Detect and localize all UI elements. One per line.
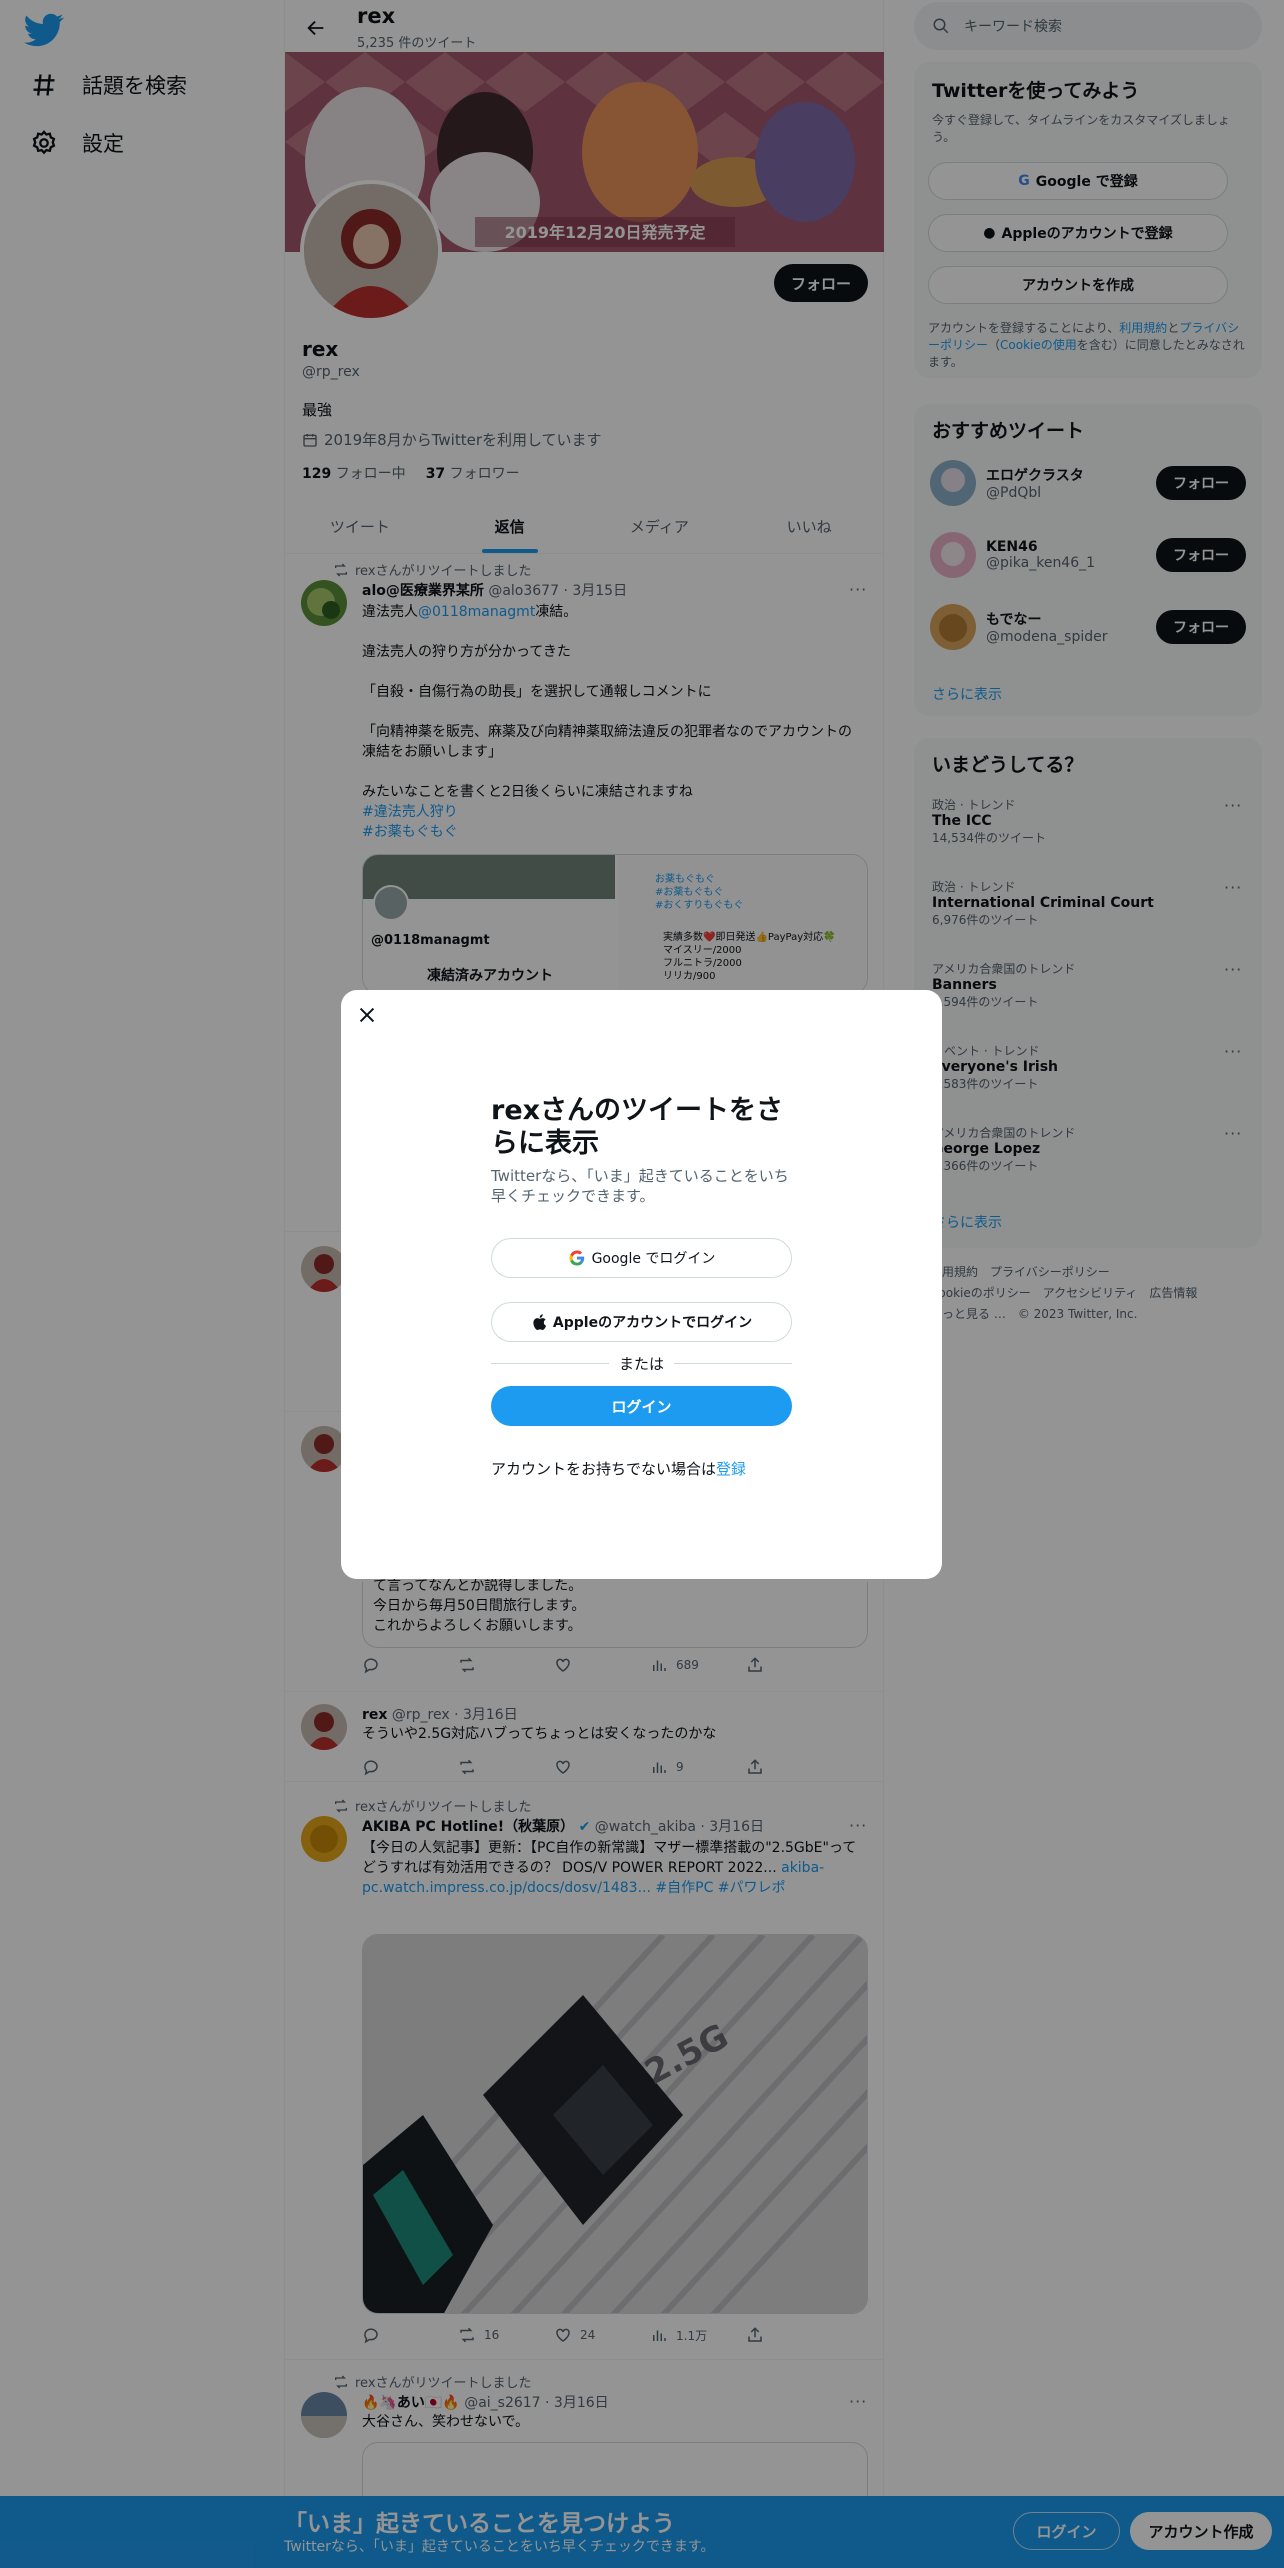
close-icon[interactable] (356, 1004, 378, 1026)
apple-icon (533, 1314, 546, 1330)
login-button[interactable]: ログイン (491, 1386, 792, 1426)
apple-login-button[interactable]: Appleのアカウントでログイン (491, 1302, 792, 1342)
signup-link[interactable]: 登録 (716, 1460, 746, 1478)
login-modal (341, 990, 942, 1579)
modal-subtitle: Twitterなら、「いま」起きていることをいち早くチェックできます。 (491, 1167, 789, 1205)
google-login-button[interactable]: Google でログイン (491, 1238, 792, 1278)
signup-prompt: アカウントをお持ちでない場合は登録 (491, 1460, 747, 1478)
or-divider: または (491, 1353, 793, 1374)
modal-title: rexさんのツイートをさらに表示 (491, 1095, 784, 1159)
google-icon (569, 1250, 584, 1266)
